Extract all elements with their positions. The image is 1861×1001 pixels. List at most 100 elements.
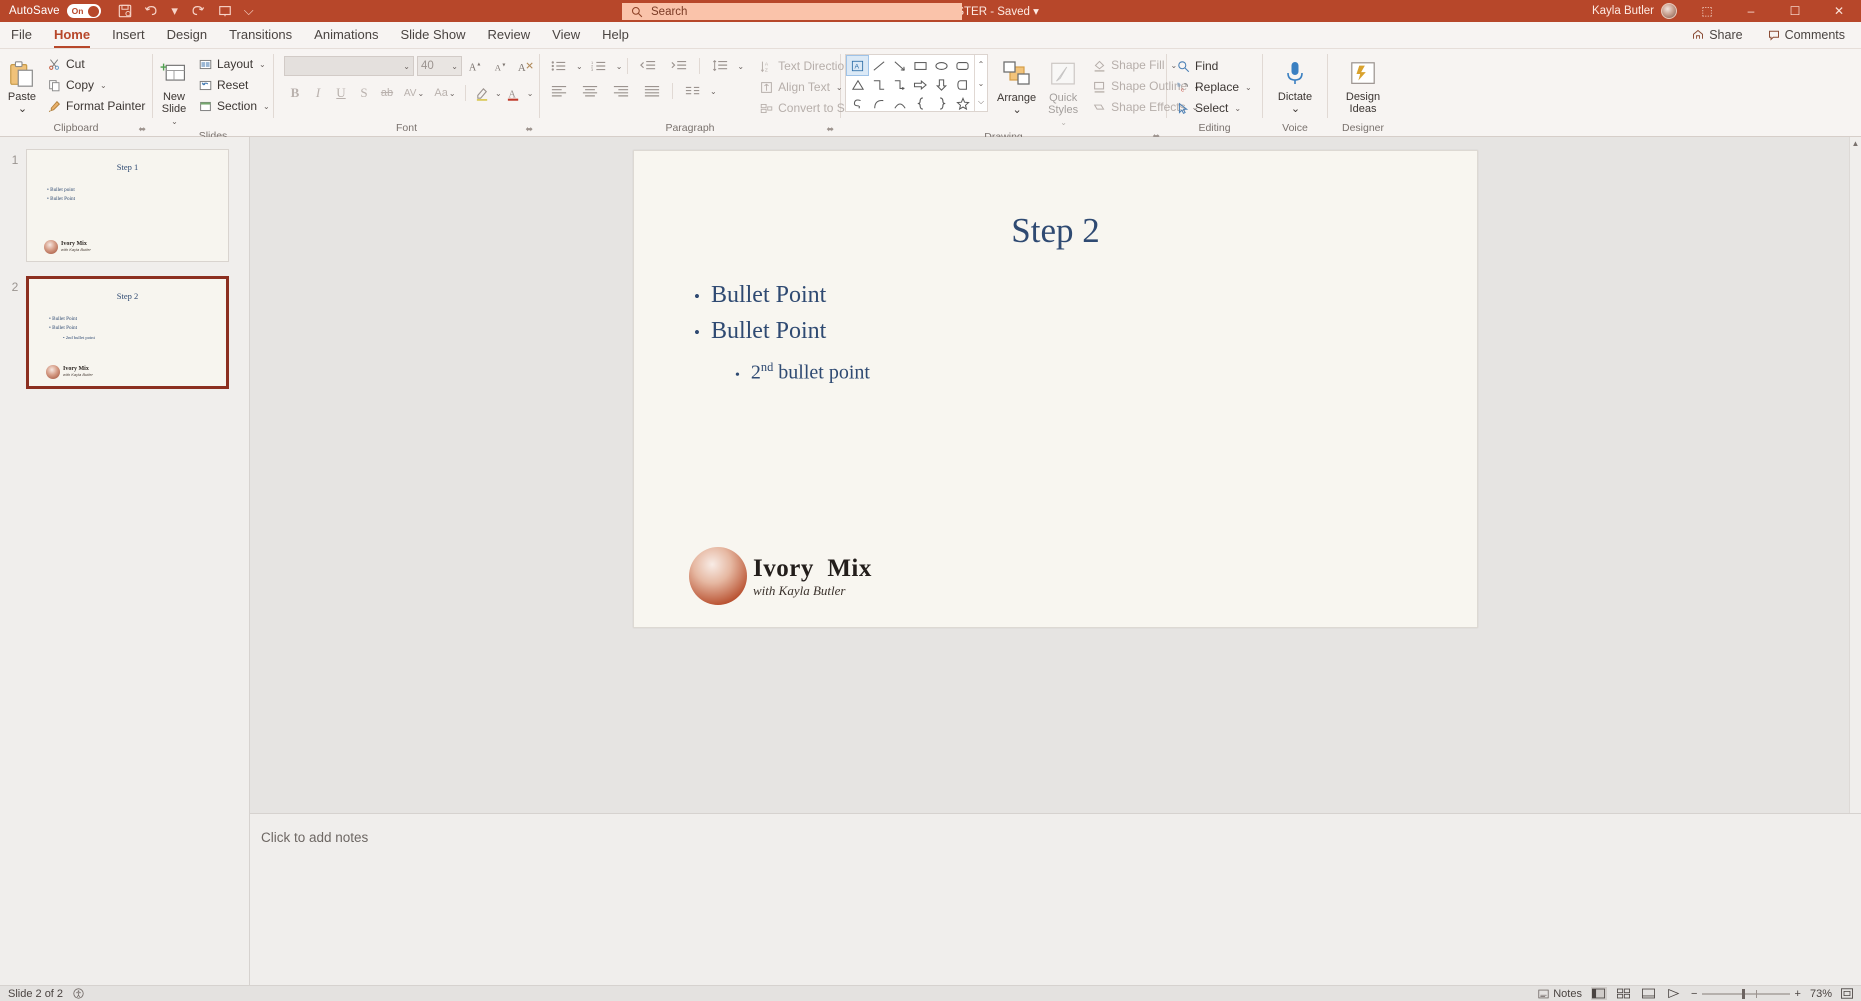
shape-right-brace[interactable] <box>931 94 952 113</box>
numbering-button[interactable]: 123 <box>584 56 614 77</box>
search-box[interactable]: Search <box>622 3 962 20</box>
shape-right-arrow[interactable] <box>910 75 931 94</box>
character-spacing-dropdown-icon[interactable]: ⌄ <box>417 89 424 98</box>
shape-rectangle[interactable] <box>910 56 931 75</box>
layout-dropdown-icon[interactable]: ⌄ <box>259 60 266 69</box>
character-spacing-button[interactable]: AV ⌄ <box>399 83 429 104</box>
shapes-scroll-up-icon[interactable]: ⌃ <box>975 56 987 73</box>
quick-styles-button[interactable]: Quick Styles ⌄ <box>1045 54 1081 130</box>
slide-editor[interactable]: Step 2 • Bullet Point • Bullet Point • 2… <box>633 150 1478 628</box>
reading-view-button[interactable] <box>1641 987 1657 1000</box>
numbering-dropdown-icon[interactable]: ⌄ <box>616 62 623 71</box>
normal-view-button[interactable] <box>1590 987 1607 1000</box>
arrange-button[interactable]: Arrange ⌄ <box>994 54 1039 117</box>
redo-icon[interactable] <box>190 3 206 19</box>
reset-button[interactable]: Reset <box>193 75 276 95</box>
increase-indent-button[interactable] <box>664 56 694 77</box>
tab-help[interactable]: Help <box>591 21 640 48</box>
tab-insert[interactable]: Insert <box>101 21 156 48</box>
dictate-button[interactable]: Dictate ⌄ <box>1268 53 1322 116</box>
shape-line[interactable] <box>868 56 889 75</box>
font-name-dropdown-icon[interactable]: ⌄ <box>403 62 410 71</box>
shape-flowchart-delay[interactable] <box>952 75 973 94</box>
italic-button[interactable]: I <box>307 83 329 104</box>
scroll-up-icon[interactable]: ▲ <box>1852 139 1860 148</box>
tab-animations[interactable]: Animations <box>303 21 389 48</box>
section-dropdown-icon[interactable]: ⌄ <box>263 102 270 111</box>
clipboard-dialog-launcher[interactable]: ⬌ <box>138 122 146 136</box>
shapes-scroll-down-icon[interactable]: ⌄ <box>975 75 987 92</box>
align-right-button[interactable] <box>606 81 636 102</box>
cut-button[interactable]: Cut <box>42 54 151 74</box>
zoom-track[interactable] <box>1702 988 1790 999</box>
tab-file[interactable]: File <box>0 21 43 48</box>
title-dropdown-icon[interactable]: ▾ <box>1033 6 1039 18</box>
font-color-button[interactable]: A <box>503 83 525 104</box>
replace-button[interactable]: bc Replace ⌄ <box>1171 77 1258 97</box>
fit-slide-to-window-button[interactable] <box>1841 988 1853 999</box>
new-slide-button[interactable]: New Slide ⌄ <box>157 53 191 129</box>
increase-font-size-button[interactable]: A ▴ <box>465 56 487 77</box>
slide-subbullet-1[interactable]: • 2nd bullet point <box>694 350 870 393</box>
dictate-dropdown-icon[interactable]: ⌄ <box>1291 103 1300 115</box>
replace-dropdown-icon[interactable]: ⌄ <box>1245 83 1252 92</box>
shapes-gallery[interactable]: A ⌃ ⌄ ⌵ <box>845 54 988 112</box>
section-button[interactable]: Section ⌄ <box>193 96 276 116</box>
tab-view[interactable]: View <box>541 21 591 48</box>
change-case-dropdown-icon[interactable]: ⌄ <box>449 89 456 98</box>
user-account[interactable]: Kayla Butler <box>1592 3 1677 19</box>
tab-slide-show[interactable]: Slide Show <box>389 21 476 48</box>
line-spacing-button[interactable] <box>705 56 735 77</box>
copy-button[interactable]: Copy ⌄ <box>42 75 151 95</box>
shape-triangle[interactable] <box>847 75 868 94</box>
slide-thumbnail-pane[interactable]: 1 Step 1 • Bullet point • Bullet Point I… <box>0 137 250 985</box>
paragraph-dialog-launcher[interactable]: ⬌ <box>826 122 834 136</box>
slide-logo[interactable]: Ivory Mix with Kayla Butler <box>689 547 872 605</box>
find-button[interactable]: Find <box>1171 56 1258 76</box>
decrease-indent-button[interactable] <box>633 56 663 77</box>
slide-content-placeholder[interactable]: • Bullet Point • Bullet Point • 2nd bull… <box>694 278 870 393</box>
bullets-button[interactable] <box>544 56 574 77</box>
shape-textbox[interactable]: A <box>846 55 869 76</box>
line-spacing-dropdown-icon[interactable]: ⌄ <box>737 62 744 71</box>
undo-icon[interactable] <box>144 3 160 19</box>
slide-indicator[interactable]: Slide 2 of 2 <box>8 988 63 1000</box>
shape-down-arrow[interactable] <box>931 75 952 94</box>
font-name-input[interactable]: ⌄ <box>284 56 414 76</box>
tab-review[interactable]: Review <box>477 21 542 48</box>
shape-star[interactable] <box>952 94 973 113</box>
autosave-toggle[interactable]: On <box>66 4 101 18</box>
align-left-button[interactable] <box>544 81 574 102</box>
paste-button[interactable]: Paste ⌄ <box>4 53 40 116</box>
notes-toggle-button[interactable]: Notes <box>1538 988 1582 1000</box>
select-button[interactable]: Select ⌄ <box>1171 98 1258 118</box>
maximize-button[interactable]: ☐ <box>1773 0 1817 22</box>
design-ideas-button[interactable]: Design Ideas <box>1334 53 1392 116</box>
zoom-out-button[interactable]: − <box>1691 988 1697 1000</box>
slide-bullet-1[interactable]: • Bullet Point <box>694 278 870 314</box>
ribbon-display-options-button[interactable]: ⬚ <box>1685 0 1729 22</box>
zoom-level-label[interactable]: 73% <box>1810 988 1832 1000</box>
search-input[interactable]: Search <box>651 6 687 18</box>
shape-elbow-connector[interactable] <box>868 75 889 94</box>
font-dialog-launcher[interactable]: ⬌ <box>525 122 533 136</box>
tab-transitions[interactable]: Transitions <box>218 21 303 48</box>
select-dropdown-icon[interactable]: ⌄ <box>1234 104 1241 113</box>
slide-title[interactable]: Step 2 <box>634 211 1477 251</box>
align-center-button[interactable] <box>575 81 605 102</box>
arrange-dropdown-icon[interactable]: ⌄ <box>1012 104 1021 116</box>
slide-show-button[interactable] <box>1666 987 1682 1000</box>
zoom-in-button[interactable]: + <box>1795 988 1801 1000</box>
accessibility-icon[interactable] <box>73 988 84 999</box>
slide-thumbnail-2[interactable]: Step 2 • Bullet Point • Bullet Point • 2… <box>26 276 229 389</box>
notes-pane[interactable]: Click to add notes <box>250 813 1861 985</box>
format-painter-button[interactable]: Format Painter <box>42 96 151 116</box>
bold-button[interactable]: B <box>284 83 306 104</box>
quick-styles-dropdown-icon[interactable]: ⌄ <box>1060 118 1067 127</box>
bullets-dropdown-icon[interactable]: ⌄ <box>576 62 583 71</box>
comments-button[interactable]: Comments <box>1758 25 1855 45</box>
text-shadow-button[interactable]: S <box>353 83 375 104</box>
paste-dropdown-icon[interactable]: ⌄ <box>18 103 27 115</box>
customize-quick-access-icon[interactable]: ⌵ <box>244 3 254 19</box>
font-size-dropdown-icon[interactable]: ⌄ <box>451 62 458 71</box>
